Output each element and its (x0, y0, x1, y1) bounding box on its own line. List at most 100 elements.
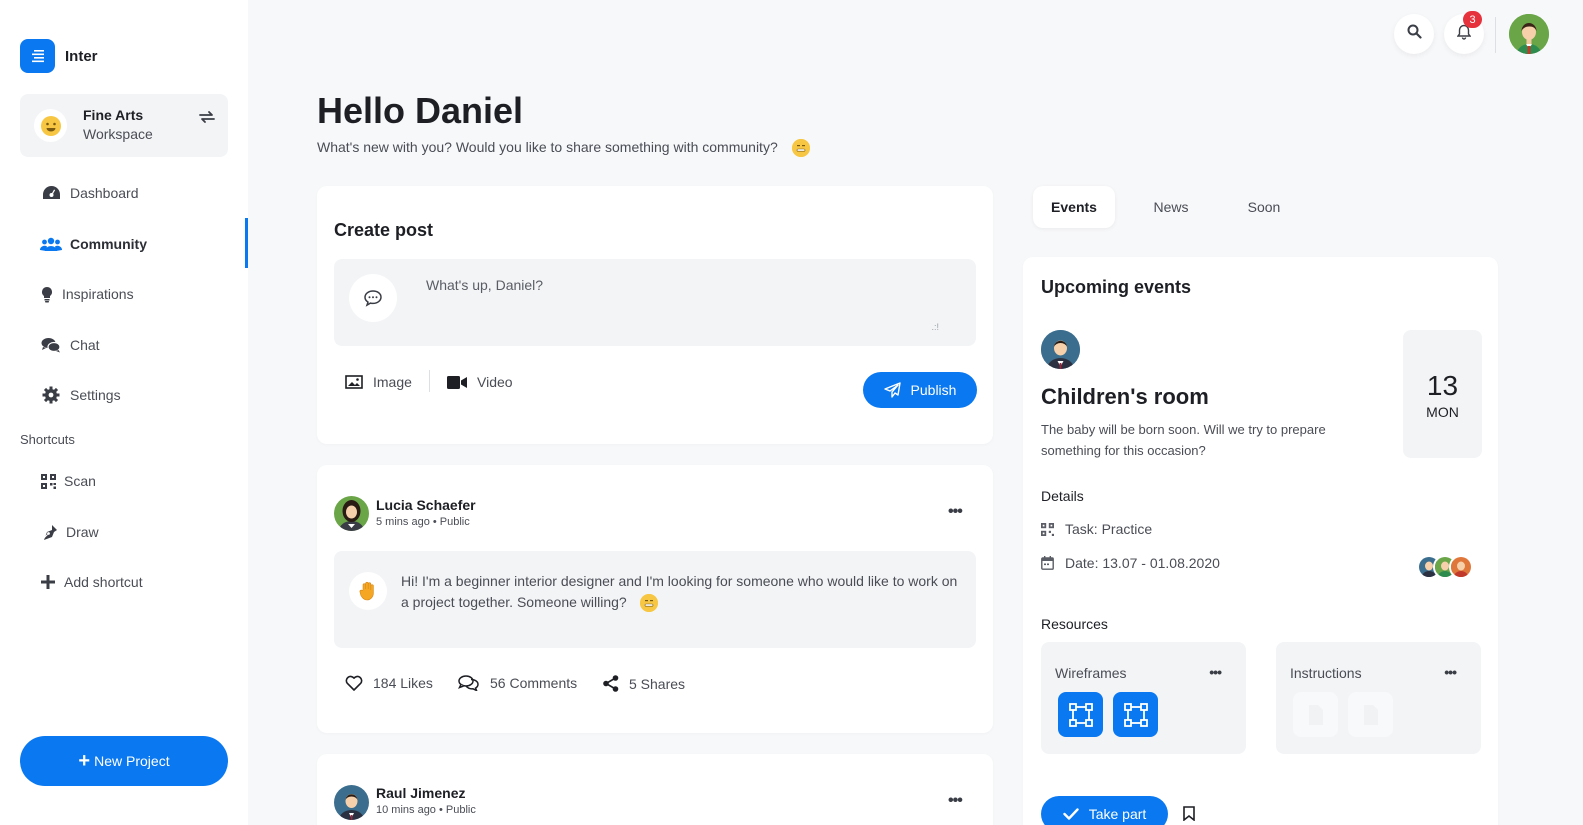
nav-item-inspirations[interactable]: Inspirations (40, 284, 134, 304)
avatar[interactable] (334, 785, 369, 820)
post-card: Lucia Schaefer 5 mins ago • Public ••• H… (317, 465, 993, 733)
more-options-icon[interactable]: ••• (1444, 664, 1457, 680)
notifications-button[interactable]: 3 (1444, 11, 1484, 54)
post-content: Hi! I'm a beginner interior designer and… (334, 551, 976, 648)
post-input[interactable] (426, 277, 926, 293)
nav-item-community[interactable]: Community (40, 234, 147, 254)
vector-shape-icon[interactable] (1113, 692, 1158, 737)
share-button[interactable]: 5 Shares (603, 675, 685, 692)
more-options-icon[interactable]: ••• (948, 792, 963, 810)
event-dates: Date: 13.07 - 01.08.2020 (1041, 555, 1220, 571)
post-text-content: Hi! I'm a beginner interior designer and… (401, 573, 958, 610)
post-meta: 10 mins ago • Public (376, 804, 476, 816)
publish-button[interactable]: Publish (863, 372, 977, 408)
dashboard-icon (40, 183, 62, 203)
post-meta: 5 mins ago • Public (376, 516, 470, 528)
nav-item-label: Chat (70, 337, 100, 353)
search-button[interactable] (1394, 14, 1434, 54)
qr-icon (40, 471, 56, 491)
topbar-divider (1495, 17, 1496, 53)
resize-grip-icon[interactable]: .:! (931, 322, 939, 332)
brand-name: Inter (65, 47, 98, 65)
add-image-button[interactable]: Image (345, 374, 412, 390)
event-date-number: 13 (1426, 370, 1459, 401)
shortcut-draw[interactable]: Draw (40, 522, 99, 542)
post-composer[interactable]: .:! (334, 259, 976, 346)
likes-count: 184 Likes (373, 675, 433, 691)
heart-icon (345, 675, 363, 691)
bookmark-icon[interactable] (1183, 806, 1195, 825)
tab-soon[interactable]: Soon (1223, 186, 1305, 228)
avatar[interactable] (334, 496, 369, 531)
nav-item-settings[interactable]: Settings (40, 385, 121, 405)
tab-events[interactable]: Events (1033, 186, 1115, 228)
grin-emoji-icon (791, 139, 810, 158)
sidebar: Inter Fine Arts Workspace Dashboard Comm… (0, 0, 248, 825)
event-description: The baby will be born soon. Will we try … (1041, 422, 1326, 458)
check-icon (1063, 808, 1079, 820)
add-video-button[interactable]: Video (447, 374, 513, 390)
chat-icon (40, 335, 62, 355)
take-part-button[interactable]: Take part (1041, 796, 1168, 825)
brand[interactable]: Inter (20, 39, 98, 73)
post-author[interactable]: Raul Jimenez (376, 785, 465, 801)
workspace-switcher[interactable]: Fine Arts Workspace (20, 94, 228, 157)
resource-title: Wireframes (1055, 665, 1127, 681)
shortcut-add[interactable]: Add shortcut (40, 572, 143, 592)
take-part-label: Take part (1088, 806, 1147, 822)
page-subtitle-text: What's new with you? Would you like to s… (317, 139, 778, 155)
image-label: Image (373, 374, 412, 390)
post-text: Hi! I'm a beginner interior designer and… (401, 571, 961, 613)
nav-item-chat[interactable]: Chat (40, 335, 100, 355)
publish-label: Publish (910, 382, 957, 398)
qr-icon (1041, 522, 1054, 536)
send-icon (883, 382, 901, 398)
tab-news[interactable]: News (1130, 186, 1212, 228)
details-label: Details (1041, 488, 1084, 504)
events-title: Upcoming events (1041, 277, 1192, 297)
nav-item-label: Community (70, 236, 147, 252)
video-label: Video (477, 374, 513, 390)
resources-label: Resources (1041, 616, 1108, 632)
like-button[interactable]: 184 Likes (345, 675, 433, 691)
user-avatar[interactable] (1509, 14, 1549, 54)
image-icon (345, 375, 363, 389)
event-task: Task: Practice (1041, 521, 1152, 537)
more-options-icon[interactable]: ••• (948, 503, 963, 521)
shortcut-scan[interactable]: Scan (40, 471, 96, 491)
document-icon[interactable] (1348, 692, 1393, 737)
nav-item-label: Dashboard (70, 185, 139, 201)
page-title: Hello Daniel (317, 90, 524, 131)
event-date-range: Date: 13.07 - 01.08.2020 (1065, 555, 1220, 571)
new-project-button[interactable]: + New Project (20, 736, 228, 786)
waving-hand-icon (349, 572, 387, 610)
shortcuts-label: Shortcuts (20, 432, 75, 447)
participants[interactable] (1417, 555, 1473, 579)
post-author[interactable]: Lucia Schaefer (376, 497, 476, 513)
post-card: Raul Jimenez 10 mins ago • Public ••• (317, 754, 993, 825)
shortcut-label: Add shortcut (64, 574, 143, 590)
avatar[interactable] (1041, 330, 1080, 369)
nav-item-label: Settings (70, 387, 121, 403)
comments-count: 56 Comments (490, 675, 578, 691)
resource-instructions[interactable]: Instructions ••• (1276, 642, 1481, 754)
shortcut-label: Draw (66, 524, 99, 540)
lightbulb-icon (40, 284, 54, 304)
share-icon (603, 675, 619, 692)
nav-item-dashboard[interactable]: Dashboard (40, 183, 139, 203)
search-icon (1407, 24, 1422, 44)
more-options-icon[interactable]: ••• (1209, 664, 1222, 680)
document-icon[interactable] (1293, 692, 1338, 737)
media-divider (429, 370, 430, 392)
create-post-title: Create post (334, 220, 434, 240)
swap-icon[interactable] (198, 110, 216, 129)
vector-shape-icon[interactable] (1058, 692, 1103, 737)
smiley-icon (34, 109, 67, 142)
notifications-badge: 3 (1463, 11, 1482, 28)
event-date-day: MON (1426, 404, 1459, 420)
workspace-subtitle: Workspace (83, 126, 153, 142)
event-name[interactable]: Children's room (1041, 384, 1209, 410)
resource-wireframes[interactable]: Wireframes ••• (1041, 642, 1246, 754)
shares-count: 5 Shares (629, 675, 686, 692)
comment-button[interactable]: 56 Comments (458, 675, 577, 691)
